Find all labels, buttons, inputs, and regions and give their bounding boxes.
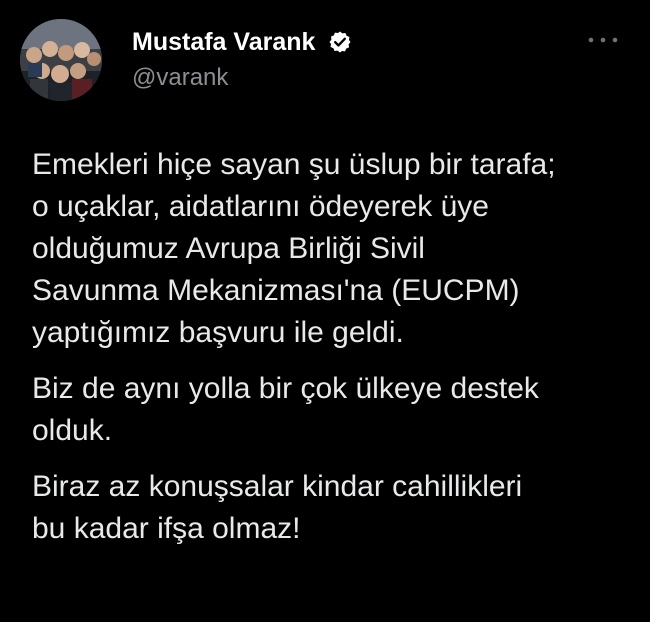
tweet-paragraph: Biraz az konuşsalar kindar cahillikleri … xyxy=(32,470,523,545)
avatar-image xyxy=(20,19,102,101)
tweet-paragraph: Biz de aynı yolla bir çok ülkeye destek … xyxy=(32,372,539,447)
verified-badge-icon xyxy=(329,31,351,53)
more-horizontal-icon[interactable] xyxy=(583,32,623,48)
author-name-row[interactable]: Mustafa Varank xyxy=(132,28,352,57)
tweet-text: Emekleri hiçe sayan şu üslup bir tarafa;… xyxy=(32,144,632,564)
tweet-card: Mustafa Varank @varank Emekleri hiçe say… xyxy=(0,0,650,622)
avatar[interactable] xyxy=(20,19,102,101)
tweet-paragraph: Emekleri hiçe sayan şu üslup bir tarafa;… xyxy=(32,148,556,349)
author-handle[interactable]: @varank xyxy=(132,64,228,92)
author-name[interactable]: Mustafa Varank xyxy=(132,28,315,56)
